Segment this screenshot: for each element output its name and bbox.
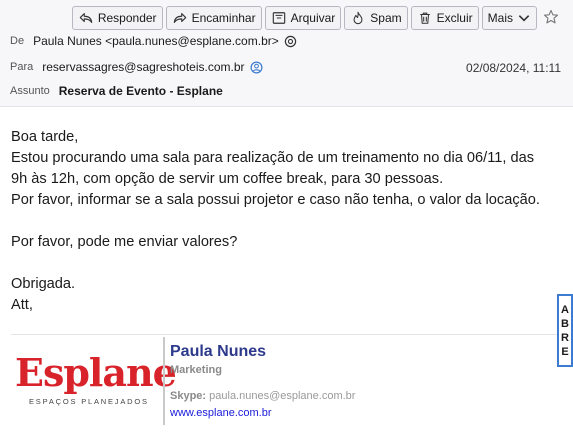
side-tab-abre[interactable]: A B R E [557, 294, 573, 367]
star-icon[interactable] [543, 9, 559, 25]
message-body: Boa tarde, Estou procurando uma sala par… [11, 127, 567, 316]
spam-flame-icon [350, 10, 366, 26]
logo-wordmark: Esplane [15, 350, 177, 395]
side-tab-letter: A [561, 303, 569, 316]
reply-button[interactable]: Responder [71, 6, 163, 30]
trash-icon [417, 10, 433, 26]
delete-label: Excluir [436, 11, 473, 25]
signature-divider [163, 337, 165, 425]
from-row: De Paula Nunes <paula.nunes@esplane.com.… [10, 34, 297, 48]
forward-button[interactable]: Encaminhar [165, 6, 262, 30]
signature-name: Paula Nunes [170, 343, 267, 360]
skype-label: Skype: [170, 390, 207, 402]
message-header: Responder Encaminhar Arquivar Spam Exclu… [0, 0, 573, 107]
spam-button[interactable]: Spam [344, 6, 408, 30]
body-line: Por favor, pode me enviar valores? [11, 234, 238, 250]
chevron-down-icon [517, 11, 531, 25]
contact-at-icon[interactable] [284, 35, 297, 48]
spam-label: Spam [370, 11, 402, 25]
side-tab-letter: E [561, 345, 569, 358]
more-button[interactable]: Mais [481, 6, 537, 30]
archive-icon [271, 10, 287, 26]
subject-label: Assunto [10, 85, 50, 97]
body-line: Por favor, informar se a sala possui pro… [11, 192, 540, 208]
contact-person-icon[interactable] [250, 61, 263, 74]
signature-skype: Skype: paula.nunes@esplane.com.br [170, 390, 355, 402]
body-line: Boa tarde, [11, 129, 79, 145]
message-date: 02/08/2024, 11:11 [466, 61, 561, 75]
company-logo: Esplane ESPAÇOS PLANEJADOS [15, 350, 177, 419]
forward-label: Encaminhar [191, 11, 256, 25]
logo-tagline: ESPAÇOS PLANEJADOS [29, 397, 149, 406]
skype-value: paula.nunes@esplane.com.br [209, 390, 356, 402]
forward-icon [172, 10, 188, 26]
body-line: Att, [11, 297, 33, 313]
signature-website-link[interactable]: www.esplane.com.br [170, 407, 272, 419]
reply-icon [78, 10, 94, 26]
to-row: Para reservassagres@sagreshoteis.com.br [10, 60, 263, 74]
from-value[interactable]: Paula Nunes <paula.nunes@esplane.com.br> [33, 34, 279, 48]
message-toolbar: Responder Encaminhar Arquivar Spam Exclu… [71, 6, 537, 30]
archive-button[interactable]: Arquivar [264, 6, 342, 30]
from-label: De [10, 35, 25, 47]
subject-value: Reserva de Evento - Esplane [58, 84, 223, 98]
side-tab-letter: R [561, 331, 569, 344]
email-signature: Esplane ESPAÇOS PLANEJADOS Paula Nunes M… [11, 334, 560, 426]
to-value[interactable]: reservassagres@sagreshoteis.com.br [42, 60, 244, 74]
body-line: Estou procurando uma sala para realizaçã… [11, 150, 534, 166]
delete-button[interactable]: Excluir [410, 6, 479, 30]
body-line: 9h às 12h, com opção de servir um coffee… [11, 171, 444, 187]
body-line: Obrigada. [11, 276, 76, 292]
side-tab-letter: B [561, 317, 569, 330]
signature-role: Marketing [170, 364, 222, 376]
to-label: Para [10, 61, 34, 73]
reply-label: Responder [97, 11, 157, 25]
more-label: Mais [487, 11, 513, 25]
subject-row: Assunto Reserva de Evento - Esplane [10, 84, 223, 98]
archive-label: Arquivar [290, 11, 336, 25]
